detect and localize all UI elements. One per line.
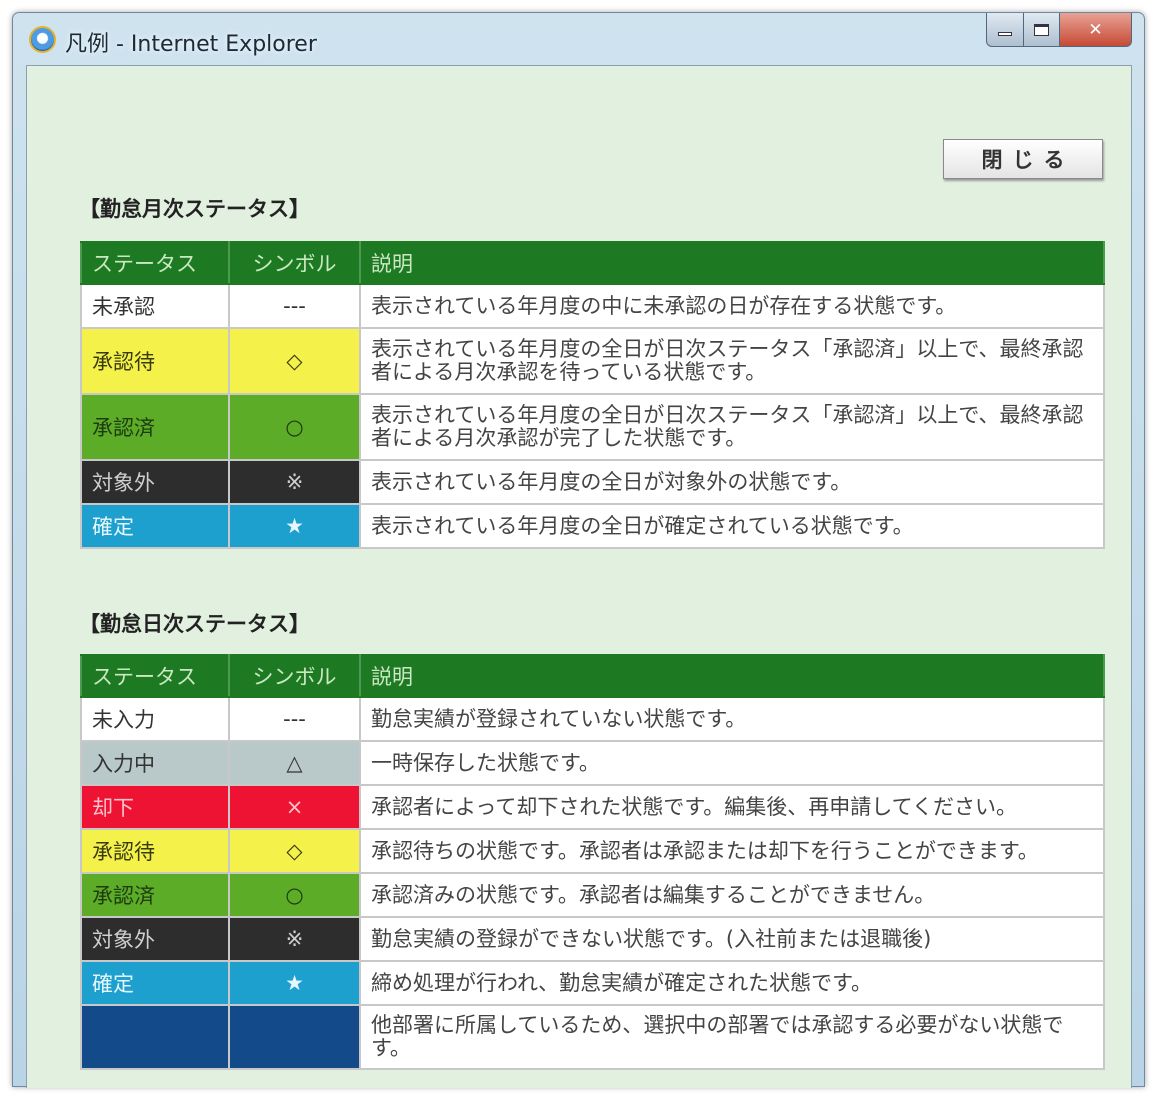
description-cell: 締め処理が行われ、勤怠実績が確定された状態です。 [359, 960, 1105, 1006]
status-cell: 承認済 [80, 872, 230, 918]
title-bar[interactable]: 凡例 - Internet Explorer ✕ [13, 13, 1144, 65]
status-row: 未入力 --- 勤怠実績が登録されていない状態です。 [80, 696, 1105, 742]
description-cell: 表示されている年月度の全日が確定されている状態です。 [359, 503, 1105, 549]
status-cell: 確定 [80, 960, 230, 1006]
symbol-cell: ◇ [228, 327, 361, 395]
status-row: 承認済 ○ 表示されている年月度の全日が日次ステータス「承認済」以上で、最終承認者に… [80, 393, 1105, 461]
symbol-cell: ○ [228, 393, 361, 461]
status-row: 承認待 ◇ 承認待ちの状態です。承認者は承認または却下を行うことができます。 [80, 828, 1105, 874]
symbol-cell: ○ [228, 872, 361, 918]
status-cell: 未入力 [80, 696, 230, 742]
description-cell: 勤怠実績の登録ができない状態です。(入社前または退職後) [359, 916, 1105, 962]
status-row: 承認待 ◇ 表示されている年月度の全日が日次ステータス「承認済」以上で、最終承認者に… [80, 327, 1105, 395]
status-cell: 承認待 [80, 327, 230, 395]
window-title: 凡例 - Internet Explorer [65, 32, 317, 57]
header-status: ステータス [80, 241, 230, 285]
description-cell: 表示されている年月度の全日が日次ステータス「承認済」以上で、最終承認者による月次… [359, 327, 1105, 395]
header-description: 説明 [359, 654, 1105, 698]
symbol-cell: ※ [228, 916, 361, 962]
legend-content: 閉じる 【勤怠月次ステータス】 ステータス シンボル 説明 未承認 --- 表示され… [26, 65, 1132, 1088]
symbol-cell: ★ [228, 503, 361, 549]
caption-buttons: ✕ [986, 13, 1132, 47]
status-cell: 承認待 [80, 828, 230, 874]
description-cell: 表示されている年月度の全日が対象外の状態です。 [359, 459, 1105, 505]
status-cell: 入力中 [80, 740, 230, 786]
description-cell: 他部署に所属しているため、選択中の部署では承認する必要がない状態です。 [359, 1004, 1105, 1070]
monthly-status-table: ステータス シンボル 説明 未承認 --- 表示されている年月度の中に未承認の日が存… [80, 241, 1105, 549]
header-symbol: シンボル [228, 654, 361, 698]
status-row: 確定 ★ 締め処理が行われ、勤怠実績が確定された状態です。 [80, 960, 1105, 1006]
description-cell: 表示されている年月度の全日が日次ステータス「承認済」以上で、最終承認者による月次… [359, 393, 1105, 461]
internet-explorer-icon [29, 26, 56, 53]
symbol-cell: ◇ [228, 828, 361, 874]
status-row: 他部署に所属しているため、選択中の部署では承認する必要がない状態です。 [80, 1004, 1105, 1070]
symbol-cell: --- [228, 696, 361, 742]
status-row: 対象外 ※ 表示されている年月度の全日が対象外の状態です。 [80, 459, 1105, 505]
header-status: ステータス [80, 654, 230, 698]
status-row: 未承認 --- 表示されている年月度の中に未承認の日が存在する状態です。 [80, 283, 1105, 329]
daily-section-title: 【勤怠日次ステータス】 [79, 612, 310, 636]
close-button[interactable]: 閉じる [943, 139, 1103, 179]
maximize-icon [1034, 23, 1049, 36]
description-cell: 表示されている年月度の中に未承認の日が存在する状態です。 [359, 283, 1105, 329]
description-cell: 一時保存した状態です。 [359, 740, 1105, 786]
maximize-button[interactable] [1024, 13, 1060, 47]
status-row: 確定 ★ 表示されている年月度の全日が確定されている状態です。 [80, 503, 1105, 549]
daily-table-body: 未入力 --- 勤怠実績が登録されていない状態です。 入力中 △ 一時保存した状態です。却… [80, 696, 1105, 1070]
minimize-button[interactable] [986, 13, 1024, 47]
symbol-cell: ★ [228, 960, 361, 1006]
description-cell: 勤怠実績が登録されていない状態です。 [359, 696, 1105, 742]
status-row: 承認済 ○ 承認済みの状態です。承認者は編集することができません。 [80, 872, 1105, 918]
table-header-row: ステータス シンボル 説明 [80, 241, 1105, 285]
table-header-row: ステータス シンボル 説明 [80, 654, 1105, 698]
status-cell [80, 1004, 230, 1070]
symbol-cell: --- [228, 283, 361, 329]
symbol-cell [228, 1004, 361, 1070]
status-row: 対象外 ※ 勤怠実績の登録ができない状態です。(入社前または退職後) [80, 916, 1105, 962]
header-symbol: シンボル [228, 241, 361, 285]
symbol-cell: △ [228, 740, 361, 786]
description-cell: 承認待ちの状態です。承認者は承認または却下を行うことができます。 [359, 828, 1105, 874]
minimize-icon [998, 31, 1012, 36]
status-cell: 対象外 [80, 916, 230, 962]
status-cell: 承認済 [80, 393, 230, 461]
daily-status-table: ステータス シンボル 説明 未入力 --- 勤怠実績が登録されていない状態です。 入力… [80, 654, 1105, 1070]
browser-window: 凡例 - Internet Explorer ✕ 閉じる 【勤怠月次ステータス】… [12, 12, 1145, 1088]
monthly-section-title: 【勤怠月次ステータス】 [79, 197, 310, 221]
description-cell: 承認者によって却下された状態です。編集後、再申請してください。 [359, 784, 1105, 830]
status-cell: 却下 [80, 784, 230, 830]
window-close-button[interactable]: ✕ [1060, 13, 1132, 47]
monthly-table-body: 未承認 --- 表示されている年月度の中に未承認の日が存在する状態です。 承認待 ◇ 表示… [80, 283, 1105, 549]
status-row: 却下 × 承認者によって却下された状態です。編集後、再申請してください。 [80, 784, 1105, 830]
description-cell: 承認済みの状態です。承認者は編集することができません。 [359, 872, 1105, 918]
symbol-cell: × [228, 784, 361, 830]
symbol-cell: ※ [228, 459, 361, 505]
status-cell: 対象外 [80, 459, 230, 505]
status-cell: 未承認 [80, 283, 230, 329]
status-row: 入力中 △ 一時保存した状態です。 [80, 740, 1105, 786]
status-cell: 確定 [80, 503, 230, 549]
header-description: 説明 [359, 241, 1105, 285]
close-x-icon: ✕ [1088, 19, 1103, 40]
